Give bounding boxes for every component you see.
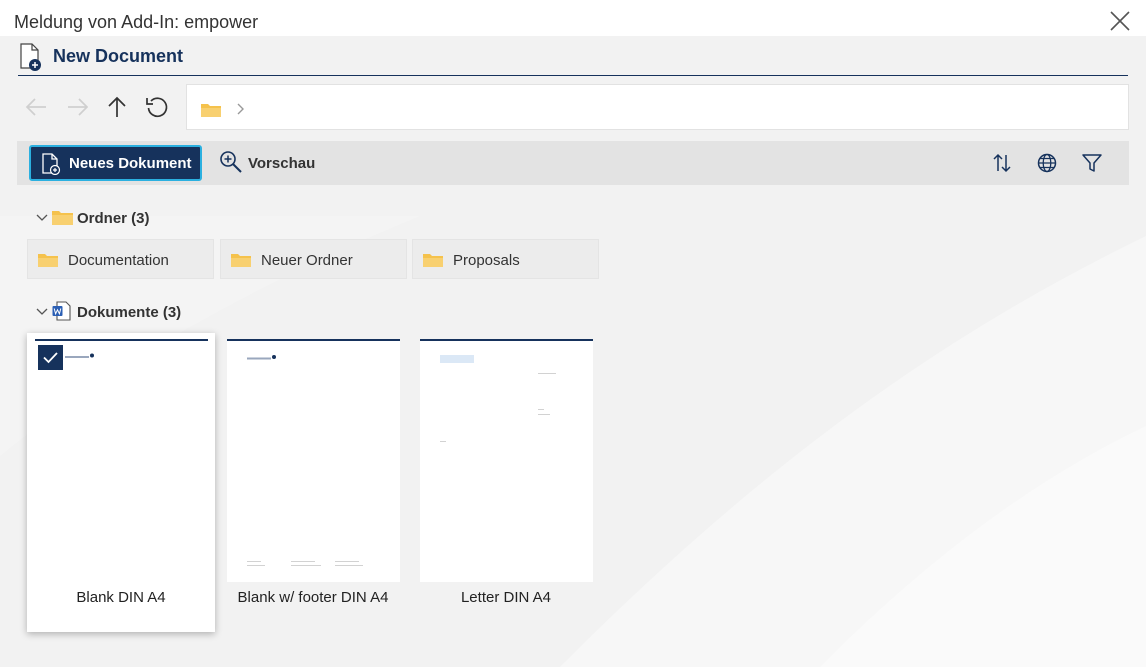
folder-icon [423, 254, 443, 267]
folder-tile[interactable]: Documentation [27, 239, 214, 279]
folder-icon [38, 254, 58, 267]
close-icon [1110, 11, 1130, 31]
documents-section-label: Dokumente (3) [77, 304, 182, 321]
folders-section-label: Ordner (3) [77, 210, 150, 227]
refresh-icon [146, 97, 168, 118]
letter-line [440, 441, 446, 442]
toolbar: Neues Dokument Vorschau [17, 141, 1129, 185]
document-card-blank-footer-din-a4[interactable]: Blank w/ footer DIN A4 [219, 333, 407, 632]
dialog-title: Meldung von Add-In: empower [14, 12, 259, 32]
app-title: New Document [53, 46, 184, 66]
back-button[interactable] [24, 94, 50, 120]
footer-line [247, 561, 261, 562]
refresh-button[interactable] [144, 94, 170, 120]
preview-button[interactable]: Vorschau [217, 147, 327, 179]
footer-line [335, 565, 363, 566]
chevron-down-icon [36, 308, 48, 315]
document-label: Letter DIN A4 [460, 589, 552, 606]
letter-line [538, 409, 544, 410]
dialog-title-bar: Meldung von Add-In: empower [0, 0, 1146, 36]
filter-icon [1082, 154, 1102, 172]
folder-icon [201, 104, 221, 117]
document-card-letter-din-a4[interactable]: Letter DIN A4 [412, 333, 600, 632]
footer-line [335, 561, 359, 562]
empower-logo-icon [247, 355, 276, 360]
zoom-in-icon [220, 151, 242, 173]
document-label: Blank DIN A4 [76, 589, 166, 606]
sort-icon [993, 153, 1011, 173]
globe-icon [1037, 153, 1057, 173]
new-document-icon [42, 153, 61, 175]
folder-tile-label: Proposals [453, 252, 520, 269]
language-button[interactable] [1035, 151, 1059, 175]
document-thumbnail [420, 339, 593, 582]
footer-line [291, 561, 315, 562]
arrow-right-icon [68, 98, 89, 116]
preview-button-label: Vorschau [248, 155, 316, 172]
word-document-icon [52, 301, 71, 321]
documents-section-header[interactable]: Dokumente (3) [36, 301, 196, 323]
chevron-right-icon[interactable] [236, 102, 246, 116]
checkmark-icon [43, 352, 58, 364]
document-select-checkbox[interactable] [38, 345, 63, 370]
address-block [440, 355, 474, 363]
up-button[interactable] [104, 94, 130, 120]
sort-button[interactable] [990, 151, 1014, 175]
letter-line [538, 373, 556, 374]
close-button[interactable] [1108, 9, 1132, 33]
new-document-button[interactable]: Neues Dokument [29, 145, 202, 181]
folder-icon [52, 211, 73, 225]
new-document-button-label: Neues Dokument [69, 155, 192, 172]
arrow-left-icon [25, 98, 46, 116]
folders-section-header[interactable]: Ordner (3) [36, 207, 176, 229]
document-card-blank-din-a4[interactable]: Blank DIN A4 [27, 333, 215, 632]
forward-button[interactable] [64, 94, 90, 120]
arrow-up-icon [108, 96, 126, 117]
folder-tile-label: Documentation [68, 252, 169, 269]
folder-tile[interactable]: Proposals [412, 239, 599, 279]
dialog-content: New Document Neues Dokument Vorschau Ord… [0, 36, 1146, 667]
footer-line [247, 565, 265, 566]
app-header: New Document [18, 42, 1128, 76]
folder-icon [231, 254, 251, 267]
new-document-icon [20, 43, 41, 71]
footer-line [291, 565, 321, 566]
filter-button[interactable] [1080, 151, 1104, 175]
document-label: Blank w/ footer DIN A4 [237, 589, 389, 606]
document-thumbnail [35, 339, 208, 582]
letter-line [538, 414, 550, 415]
navigation-bar [18, 84, 1129, 130]
empower-logo-icon [65, 353, 94, 358]
folder-tile[interactable]: Neuer Ordner [220, 239, 407, 279]
address-bar[interactable] [186, 84, 1129, 130]
document-thumbnail [227, 339, 400, 582]
chevron-down-icon [36, 214, 48, 221]
folder-tile-label: Neuer Ordner [261, 252, 353, 269]
